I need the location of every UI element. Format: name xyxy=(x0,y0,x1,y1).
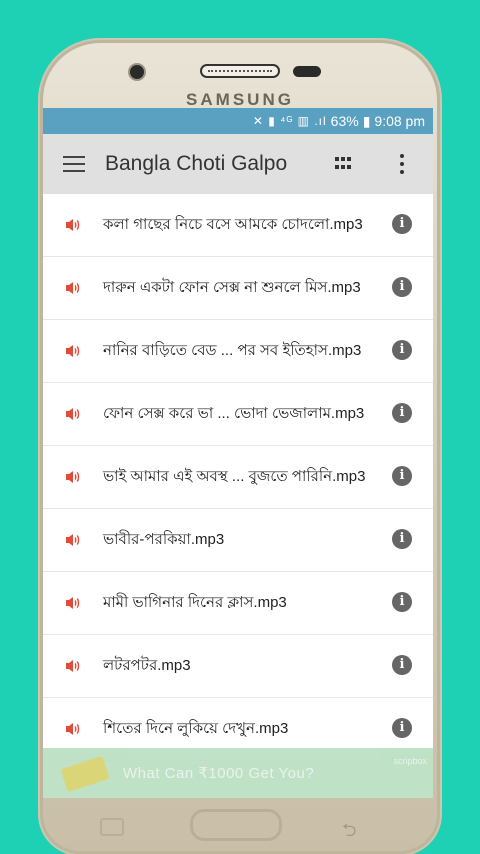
list-item-label: ভাবীর-পরকিয়া.mp3 xyxy=(103,531,225,548)
info-icon[interactable]: i xyxy=(392,340,412,360)
info-icon[interactable]: i xyxy=(392,466,412,486)
proximity-sensor xyxy=(293,66,321,77)
list-item[interactable]: ফোন সেক্স করে ভা ... ভোদা ভেজালাম.mp3 i xyxy=(43,383,433,446)
list-item[interactable]: নানির বাড়িতে বেড ... পর সব ইতিহাস.mp3 i xyxy=(43,320,433,383)
status-icons: ✕ ▮ ⁴ᴳ ▥ .ıl xyxy=(252,114,327,128)
list-item-label: ভাই আমার এই অবস্থ ... বুজতে পারিনি.mp3 xyxy=(103,468,366,485)
list-item[interactable]: মামী ভাগিনার দিনের ক্লাস.mp3 i xyxy=(43,572,433,635)
info-icon[interactable]: i xyxy=(392,592,412,612)
info-icon[interactable]: i xyxy=(392,403,412,423)
battery-icon: ▮ xyxy=(362,112,371,129)
list-item-label: দারুন একটা ফোন সেক্স না শুনলে মিস.mp3 xyxy=(103,279,361,296)
info-icon[interactable]: i xyxy=(392,277,412,297)
info-icon[interactable]: i xyxy=(392,655,412,675)
ad-brand: scripbox xyxy=(393,756,427,766)
home-button[interactable] xyxy=(190,809,282,841)
list-item-label: মামী ভাগিনার দিনের ক্লাস.mp3 xyxy=(103,594,287,611)
battery-level: 63% xyxy=(330,113,359,129)
speaker-icon xyxy=(63,405,81,423)
speaker-icon xyxy=(63,279,81,297)
app-toolbar: Bangla Choti Galpo xyxy=(43,134,433,194)
app-screen: ✕ ▮ ⁴ᴳ ▥ .ıl 63% ▮ 9:08 pm Bangla Choti … xyxy=(43,108,433,798)
list-item[interactable]: দারুন একটা ফোন সেক্স না শুনলে মিস.mp3 i xyxy=(43,257,433,320)
speaker-icon xyxy=(63,468,81,486)
speaker-icon xyxy=(63,342,81,360)
earpiece-speaker xyxy=(200,64,280,78)
info-icon[interactable]: i xyxy=(392,529,412,549)
speaker-icon xyxy=(63,657,81,675)
info-icon[interactable]: i xyxy=(392,718,412,738)
list-item-label: নানির বাড়িতে বেড ... পর সব ইতিহাস.mp3 xyxy=(103,342,362,359)
speaker-icon xyxy=(63,594,81,612)
front-camera xyxy=(130,65,144,79)
device-brand: SAMSUNG xyxy=(186,90,294,109)
list-item-label: লটরপটর.mp3 xyxy=(103,657,191,674)
hardware-nav-bar: ⮌ xyxy=(40,804,440,854)
clock: 9:08 pm xyxy=(374,113,425,129)
list-item[interactable]: কলা গাছের নিচে বসে আমকে চোদলো.mp3 i xyxy=(43,194,433,257)
status-bar: ✕ ▮ ⁴ᴳ ▥ .ıl 63% ▮ 9:08 pm xyxy=(43,108,433,134)
ad-text: What Can ₹1000 Get You? xyxy=(123,765,315,782)
speaker-icon xyxy=(63,531,81,549)
info-icon[interactable]: i xyxy=(392,214,412,234)
back-button[interactable]: ⮌ xyxy=(342,818,356,848)
overflow-menu-icon[interactable] xyxy=(399,154,405,174)
ad-banner[interactable]: What Can ₹1000 Get You? scripbox xyxy=(43,748,433,798)
ad-card-image xyxy=(60,755,110,793)
list-item[interactable]: ভাবীর-পরকিয়া.mp3 i xyxy=(43,509,433,572)
grid-view-icon[interactable] xyxy=(335,157,351,171)
list-item-label: কলা গাছের নিচে বসে আমকে চোদলো.mp3 xyxy=(103,216,363,233)
speaker-icon xyxy=(63,216,81,234)
speaker-icon xyxy=(63,720,81,738)
app-title: Bangla Choti Galpo xyxy=(105,152,288,175)
hamburger-menu-icon[interactable] xyxy=(63,156,85,172)
list-item[interactable]: ভাই আমার এই অবস্থ ... বুজতে পারিনি.mp3 i xyxy=(43,446,433,509)
phone-top: SAMSUNG xyxy=(40,40,440,110)
list-item[interactable]: লটরপটর.mp3 i xyxy=(43,635,433,698)
list-item-label: ফোন সেক্স করে ভা ... ভোদা ভেজালাম.mp3 xyxy=(103,405,365,422)
recent-apps-button[interactable] xyxy=(100,818,124,836)
audio-list: কলা গাছের নিচে বসে আমকে চোদলো.mp3 i দারুন … xyxy=(43,194,433,761)
